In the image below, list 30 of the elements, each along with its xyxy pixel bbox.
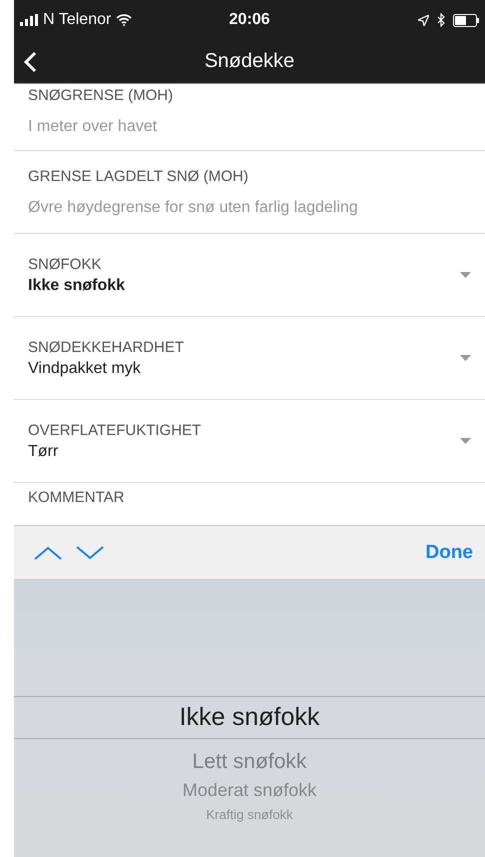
done-button[interactable]: Done [422, 538, 477, 568]
dropdown-value[interactable]: Vindpakket myk [28, 360, 460, 378]
field-label: SNØGRENSE (MOH) [28, 86, 174, 104]
battery-icon [453, 14, 479, 26]
dropdown-value[interactable]: Tørr [28, 442, 460, 460]
dropdown-caret-icon [460, 355, 471, 361]
page-title: Snødekke [204, 50, 295, 72]
field-label: SNØFOKK [28, 256, 102, 272]
clock-time: 20:06 [229, 11, 270, 28]
field-label: SNØDEKKEHARDHET [28, 338, 185, 356]
picker-option[interactable]: Lett snøfokk [192, 750, 307, 774]
input-field[interactable]: I meter over havet [28, 118, 471, 136]
picker-option[interactable]: Ikke snøfokk [14, 696, 485, 739]
picker-option[interactable]: Moderat snøfokk [182, 780, 317, 801]
carrier-name: N Telenor [43, 11, 112, 29]
wifi-icon [116, 14, 132, 26]
dropdown-value[interactable]: Ikke snøfokk [28, 276, 460, 294]
signal-icon [20, 14, 38, 26]
dropdown-caret-icon [460, 272, 471, 278]
field-label: KOMMENTAR [28, 489, 126, 506]
field-label: GRENSE LAGDELT SNØ (MOH) [28, 168, 250, 184]
previous-field-button[interactable] [34, 546, 62, 560]
location-arrow-icon [418, 14, 429, 26]
bluetooth-icon [437, 13, 445, 27]
field-label: OVERFLATEFUKTIGHET [28, 422, 202, 438]
next-field-button[interactable] [76, 546, 104, 560]
back-icon [24, 50, 37, 72]
dropdown-caret-icon [460, 438, 471, 444]
picker-option[interactable]: Kraftig snøfokk [206, 807, 293, 822]
input-field[interactable]: Øvre høydegrense for snø uten farlig lagdeling [28, 198, 471, 216]
